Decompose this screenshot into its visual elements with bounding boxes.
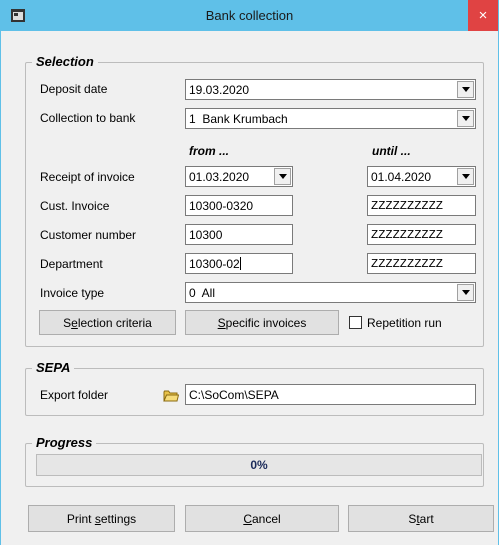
- invoice-type-combo[interactable]: 0 All: [185, 282, 476, 303]
- specific-invoices-label: Specific invoices: [218, 316, 307, 330]
- progress-group-title: Progress: [32, 435, 97, 450]
- cust-invoice-from-value: 10300-0320: [189, 199, 254, 213]
- start-label-suffix: art: [419, 511, 434, 526]
- progress-bar: 0%: [36, 454, 482, 476]
- sepa-group-title: SEPA: [32, 360, 75, 375]
- department-until-field[interactable]: ZZZZZZZZZZ: [367, 253, 476, 274]
- selection-criteria-label-suffix: lection criteria: [77, 315, 152, 330]
- chevron-down-icon[interactable]: [457, 284, 474, 301]
- receipt-from-value: 01.03.2020: [189, 170, 250, 184]
- chevron-down-icon[interactable]: [457, 81, 474, 98]
- repetition-run-checkbox[interactable]: [349, 316, 362, 329]
- customer-number-from-value: 10300: [189, 228, 223, 242]
- deposit-date-combo[interactable]: 19.03.2020: [185, 79, 476, 100]
- department-until-value: ZZZZZZZZZZ: [371, 257, 444, 271]
- invoice-type-value: 0 All: [189, 286, 216, 300]
- start-button[interactable]: Start: [348, 505, 494, 532]
- receipt-until-value: 01.04.2020: [371, 170, 432, 184]
- title-bar[interactable]: Bank collection ×: [1, 0, 498, 31]
- window-title: Bank collection: [205, 8, 294, 23]
- selection-criteria-button[interactable]: Selection criteria: [39, 310, 176, 335]
- repetition-run-label[interactable]: Repetition run: [367, 316, 442, 330]
- specific-invoices-label-suffix: pecific invoices: [225, 315, 307, 330]
- department-from-value: 10300-02: [189, 257, 241, 271]
- customer-number-label: Customer number: [40, 228, 137, 242]
- receipt-from-combo[interactable]: 01.03.2020: [185, 166, 293, 187]
- invoice-type-label: Invoice type: [40, 286, 105, 300]
- department-label: Department: [40, 257, 103, 271]
- folder-icon[interactable]: [163, 389, 179, 402]
- customer-number-until-value: ZZZZZZZZZZ: [371, 228, 444, 242]
- specific-invoices-accesskey: S: [217, 315, 226, 330]
- chevron-down-icon[interactable]: [274, 168, 291, 185]
- receipt-of-invoice-label: Receipt of invoice: [40, 170, 135, 184]
- collection-bank-value: 1 Bank Krumbach: [189, 112, 288, 126]
- from-header: from ...: [189, 144, 230, 158]
- print-settings-label-prefix: Print: [66, 511, 95, 526]
- cancel-label: Cancel: [243, 512, 280, 526]
- cust-invoice-until-value: ZZZZZZZZZZ: [371, 199, 444, 213]
- collection-bank-label: Collection to bank: [40, 111, 136, 125]
- cancel-label-suffix: ancel: [251, 511, 281, 526]
- text-cursor: [239, 257, 241, 270]
- receipt-until-combo[interactable]: 01.04.2020: [367, 166, 476, 187]
- export-folder-field[interactable]: C:\SoCom\SEPA: [185, 384, 476, 405]
- chevron-down-icon[interactable]: [457, 168, 474, 185]
- chevron-down-icon[interactable]: [457, 110, 474, 127]
- export-folder-label: Export folder: [40, 388, 109, 402]
- cust-invoice-label: Cust. Invoice: [40, 199, 110, 213]
- cancel-button[interactable]: Cancel: [185, 505, 339, 532]
- selection-criteria-label-prefix: S: [63, 315, 72, 330]
- until-header: until ...: [372, 144, 411, 158]
- bank-collection-dialog: Bank collection × Selection Deposit date…: [0, 0, 499, 545]
- customer-number-from-field[interactable]: 10300: [185, 224, 293, 245]
- specific-invoices-button[interactable]: Specific invoices: [185, 310, 339, 335]
- selection-criteria-accesskey: e: [71, 315, 78, 330]
- close-icon: ×: [478, 7, 488, 24]
- cust-invoice-from-field[interactable]: 10300-0320: [185, 195, 293, 216]
- cancel-accesskey: C: [243, 511, 252, 526]
- selection-group-title: Selection: [32, 54, 98, 69]
- deposit-date-value: 19.03.2020: [189, 83, 250, 97]
- customer-number-until-field[interactable]: ZZZZZZZZZZ: [367, 224, 476, 245]
- collection-bank-combo[interactable]: 1 Bank Krumbach: [185, 108, 476, 129]
- print-settings-label: Print settings: [67, 512, 136, 526]
- export-folder-value: C:\SoCom\SEPA: [189, 388, 279, 402]
- selection-criteria-label: Selection criteria: [63, 316, 152, 330]
- department-from-text: 10300-02: [189, 257, 240, 271]
- start-label: Start: [408, 512, 433, 526]
- print-settings-button[interactable]: Print settings: [28, 505, 175, 532]
- department-from-field[interactable]: 10300-02: [185, 253, 293, 274]
- progress-percent: 0%: [250, 458, 268, 472]
- deposit-date-label: Deposit date: [40, 82, 108, 96]
- close-button[interactable]: ×: [468, 0, 498, 31]
- cust-invoice-until-field[interactable]: ZZZZZZZZZZ: [367, 195, 476, 216]
- print-settings-label-suffix: ettings: [100, 511, 137, 526]
